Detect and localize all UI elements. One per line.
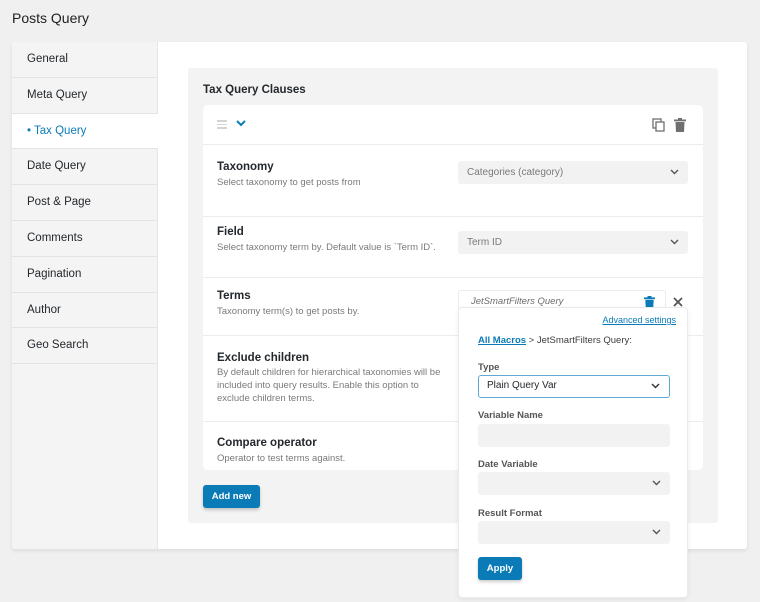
sidebar-item-pagination[interactable]: Pagination [12, 257, 157, 293]
clause-header [203, 105, 703, 145]
field-label: Field [217, 226, 244, 238]
apply-button[interactable]: Apply [478, 557, 522, 580]
chevron-down-icon[interactable] [235, 117, 247, 129]
exclude-children-label: Exclude children [217, 352, 310, 364]
result-format-select[interactable] [478, 521, 670, 544]
breadcrumb-current: > JetSmartFilters Query: [526, 335, 632, 346]
sidebar-item-date-query[interactable]: Date Query [12, 149, 157, 186]
macro-breadcrumb: All Macros > JetSmartFilters Query: [478, 335, 632, 346]
field-select[interactable]: Term ID [458, 231, 688, 254]
type-label: Type [478, 362, 500, 373]
copy-icon[interactable] [652, 118, 666, 132]
variable-name-label: Variable Name [478, 410, 543, 421]
chevron-down-icon [670, 169, 679, 175]
result-format-label: Result Format [478, 508, 542, 519]
compare-operator-label: Compare operator [217, 437, 317, 449]
close-icon[interactable] [673, 297, 683, 307]
chevron-down-icon [651, 383, 660, 389]
compare-operator-description: Operator to test terms against. [217, 453, 346, 464]
page-title: Posts Query [12, 10, 90, 26]
terms-value: JetSmartFilters Query [471, 296, 564, 307]
taxonomy-description: Select taxonomy to get posts from [217, 177, 361, 188]
sidebar-item-geo-search[interactable]: Geo Search [12, 328, 157, 365]
trash-icon[interactable] [674, 118, 686, 132]
add-new-button[interactable]: Add new [203, 485, 260, 508]
chevron-down-icon [652, 480, 661, 486]
advanced-settings-link[interactable]: Advanced settings [602, 315, 676, 325]
clauses-title: Tax Query Clauses [203, 84, 306, 96]
variable-name-input[interactable] [478, 424, 670, 447]
sidebar: General Meta Query • Tax Query Date Quer… [12, 42, 158, 549]
terms-label: Terms [217, 290, 251, 302]
chevron-down-icon [670, 239, 679, 245]
chevron-down-icon [652, 529, 661, 535]
sidebar-item-author[interactable]: Author [12, 293, 157, 329]
taxonomy-value: Categories (category) [467, 167, 564, 178]
taxonomy-row: Taxonomy Select taxonomy to get posts fr… [203, 145, 703, 217]
all-macros-link[interactable]: All Macros [478, 335, 526, 346]
date-variable-label: Date Variable [478, 459, 538, 470]
sidebar-item-post-page[interactable]: Post & Page [12, 185, 157, 221]
type-select[interactable]: Plain Query Var [478, 375, 670, 398]
date-variable-select[interactable] [478, 472, 670, 495]
exclude-children-description: By default children for hierarchical tax… [217, 367, 441, 404]
terms-description: Taxonomy term(s) to get posts by. [217, 306, 360, 317]
drag-handle-icon[interactable] [217, 120, 227, 129]
type-value: Plain Query Var [487, 380, 557, 391]
taxonomy-label: Taxonomy [217, 161, 274, 173]
sidebar-item-meta-query[interactable]: Meta Query [12, 78, 157, 114]
sidebar-item-tax-query[interactable]: • Tax Query [12, 113, 158, 150]
field-value: Term ID [467, 237, 502, 248]
sidebar-item-general[interactable]: General [12, 42, 157, 78]
field-row: Field Select taxonomy term by. Default v… [203, 217, 703, 278]
taxonomy-select[interactable]: Categories (category) [458, 161, 688, 184]
sidebar-item-comments[interactable]: Comments [12, 221, 157, 257]
field-description: Select taxonomy term by. Default value i… [217, 242, 436, 253]
macro-settings-popup: Advanced settings All Macros > JetSmartF… [458, 307, 688, 598]
